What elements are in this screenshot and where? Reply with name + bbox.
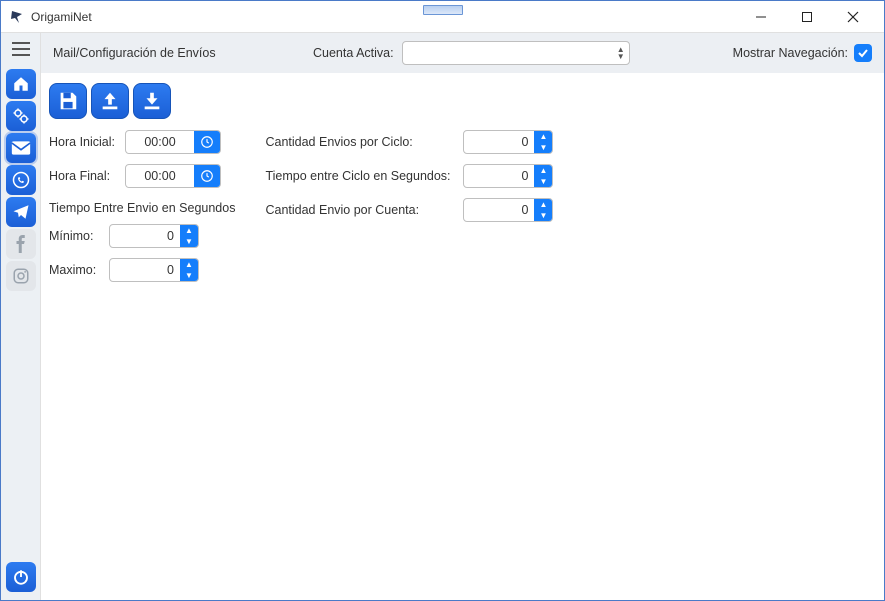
account-section: Cuenta Activa: ▲▼ [313, 41, 630, 65]
stepper-icon: ▲▼ [534, 199, 552, 221]
account-label: Cuenta Activa: [313, 46, 394, 60]
cant-cuenta-value: 0 [464, 203, 534, 217]
action-row [49, 83, 876, 119]
toolbar: Mail/Configuración de Envíos Cuenta Acti… [41, 33, 884, 73]
sidebar-item-instagram[interactable] [6, 261, 36, 291]
minimo-value: 0 [110, 229, 180, 243]
account-combobox[interactable]: ▲▼ [402, 41, 630, 65]
stepper-icon: ▲▼ [534, 165, 552, 187]
content: Hora Inicial: 00:00 Hora Final: 00:00 [41, 73, 884, 600]
row-minimo: Mínimo: 0 ▲▼ [49, 223, 235, 249]
row-cant-cuenta: Cantidad Envio por Cuenta: 0 ▲▼ [265, 197, 553, 223]
row-tiempo-ciclo: Tiempo entre Ciclo en Segundos: 0 ▲▼ [265, 163, 553, 189]
cant-ciclo-label: Cantidad Envios por Ciclo: [265, 135, 455, 149]
maximo-label: Maximo: [49, 263, 101, 277]
clock-icon [194, 165, 220, 187]
sidebar-item-mail[interactable] [6, 133, 36, 163]
nav-toggle-label: Mostrar Navegación: [733, 46, 848, 60]
sidebar-item-whatsapp[interactable] [6, 165, 36, 195]
row-cant-ciclo: Cantidad Envios por Ciclo: 0 ▲▼ [265, 129, 553, 155]
clock-icon [194, 131, 220, 153]
nav-toggle-section: Mostrar Navegación: [733, 44, 872, 62]
row-hora-inicial: Hora Inicial: 00:00 [49, 129, 235, 155]
save-button[interactable] [49, 83, 87, 119]
stepper-icon: ▲▼ [534, 131, 552, 153]
close-button[interactable] [830, 2, 876, 32]
hora-inicial-value: 00:00 [126, 135, 194, 149]
cant-ciclo-input[interactable]: 0 ▲▼ [463, 130, 553, 154]
nav-toggle-checkbox[interactable] [854, 44, 872, 62]
tiempo-ciclo-label: Tiempo entre Ciclo en Segundos: [265, 169, 455, 183]
hora-inicial-label: Hora Inicial: [49, 135, 117, 149]
title-grip [423, 5, 463, 15]
sidebar-item-home[interactable] [6, 69, 36, 99]
form-col-left: Hora Inicial: 00:00 Hora Final: 00:00 [49, 129, 235, 283]
cant-cuenta-label: Cantidad Envio por Cuenta: [265, 203, 455, 217]
sidebar [1, 33, 41, 600]
maximize-button[interactable] [784, 2, 830, 32]
maximo-value: 0 [110, 263, 180, 277]
form: Hora Inicial: 00:00 Hora Final: 00:00 [49, 129, 876, 283]
minimo-input[interactable]: 0 ▲▼ [109, 224, 199, 248]
tiempo-ciclo-input[interactable]: 0 ▲▼ [463, 164, 553, 188]
breadcrumb: Mail/Configuración de Envíos [53, 46, 293, 60]
sidebar-item-settings[interactable] [6, 101, 36, 131]
app-title: OrigamiNet [31, 10, 92, 24]
hora-final-label: Hora Final: [49, 169, 117, 183]
hamburger-menu-button[interactable] [6, 37, 36, 61]
row-hora-final: Hora Final: 00:00 [49, 163, 235, 189]
combo-updown-icon: ▲▼ [617, 46, 625, 60]
hora-final-input[interactable]: 00:00 [125, 164, 221, 188]
upload-button[interactable] [91, 83, 129, 119]
window-controls [738, 2, 876, 32]
main-area: Mail/Configuración de Envíos Cuenta Acti… [41, 33, 884, 600]
form-col-right: Cantidad Envios por Ciclo: 0 ▲▼ Tiempo e… [265, 129, 553, 223]
hora-inicial-input[interactable]: 00:00 [125, 130, 221, 154]
cant-cuenta-input[interactable]: 0 ▲▼ [463, 198, 553, 222]
hora-final-value: 00:00 [126, 169, 194, 183]
app-window: OrigamiNet [0, 0, 885, 601]
download-button[interactable] [133, 83, 171, 119]
stepper-icon: ▲▼ [180, 259, 198, 281]
row-maximo: Maximo: 0 ▲▼ [49, 257, 235, 283]
maximo-input[interactable]: 0 ▲▼ [109, 258, 199, 282]
minimo-label: Mínimo: [49, 229, 101, 243]
between-section-label: Tiempo Entre Envio en Segundos [49, 197, 235, 215]
app-logo-icon [9, 9, 25, 25]
sidebar-item-power[interactable] [6, 562, 36, 592]
cant-ciclo-value: 0 [464, 135, 534, 149]
tiempo-ciclo-value: 0 [464, 169, 534, 183]
stepper-icon: ▲▼ [180, 225, 198, 247]
sidebar-item-facebook[interactable] [6, 229, 36, 259]
sidebar-item-telegram[interactable] [6, 197, 36, 227]
titlebar: OrigamiNet [1, 1, 884, 33]
minimize-button[interactable] [738, 2, 784, 32]
